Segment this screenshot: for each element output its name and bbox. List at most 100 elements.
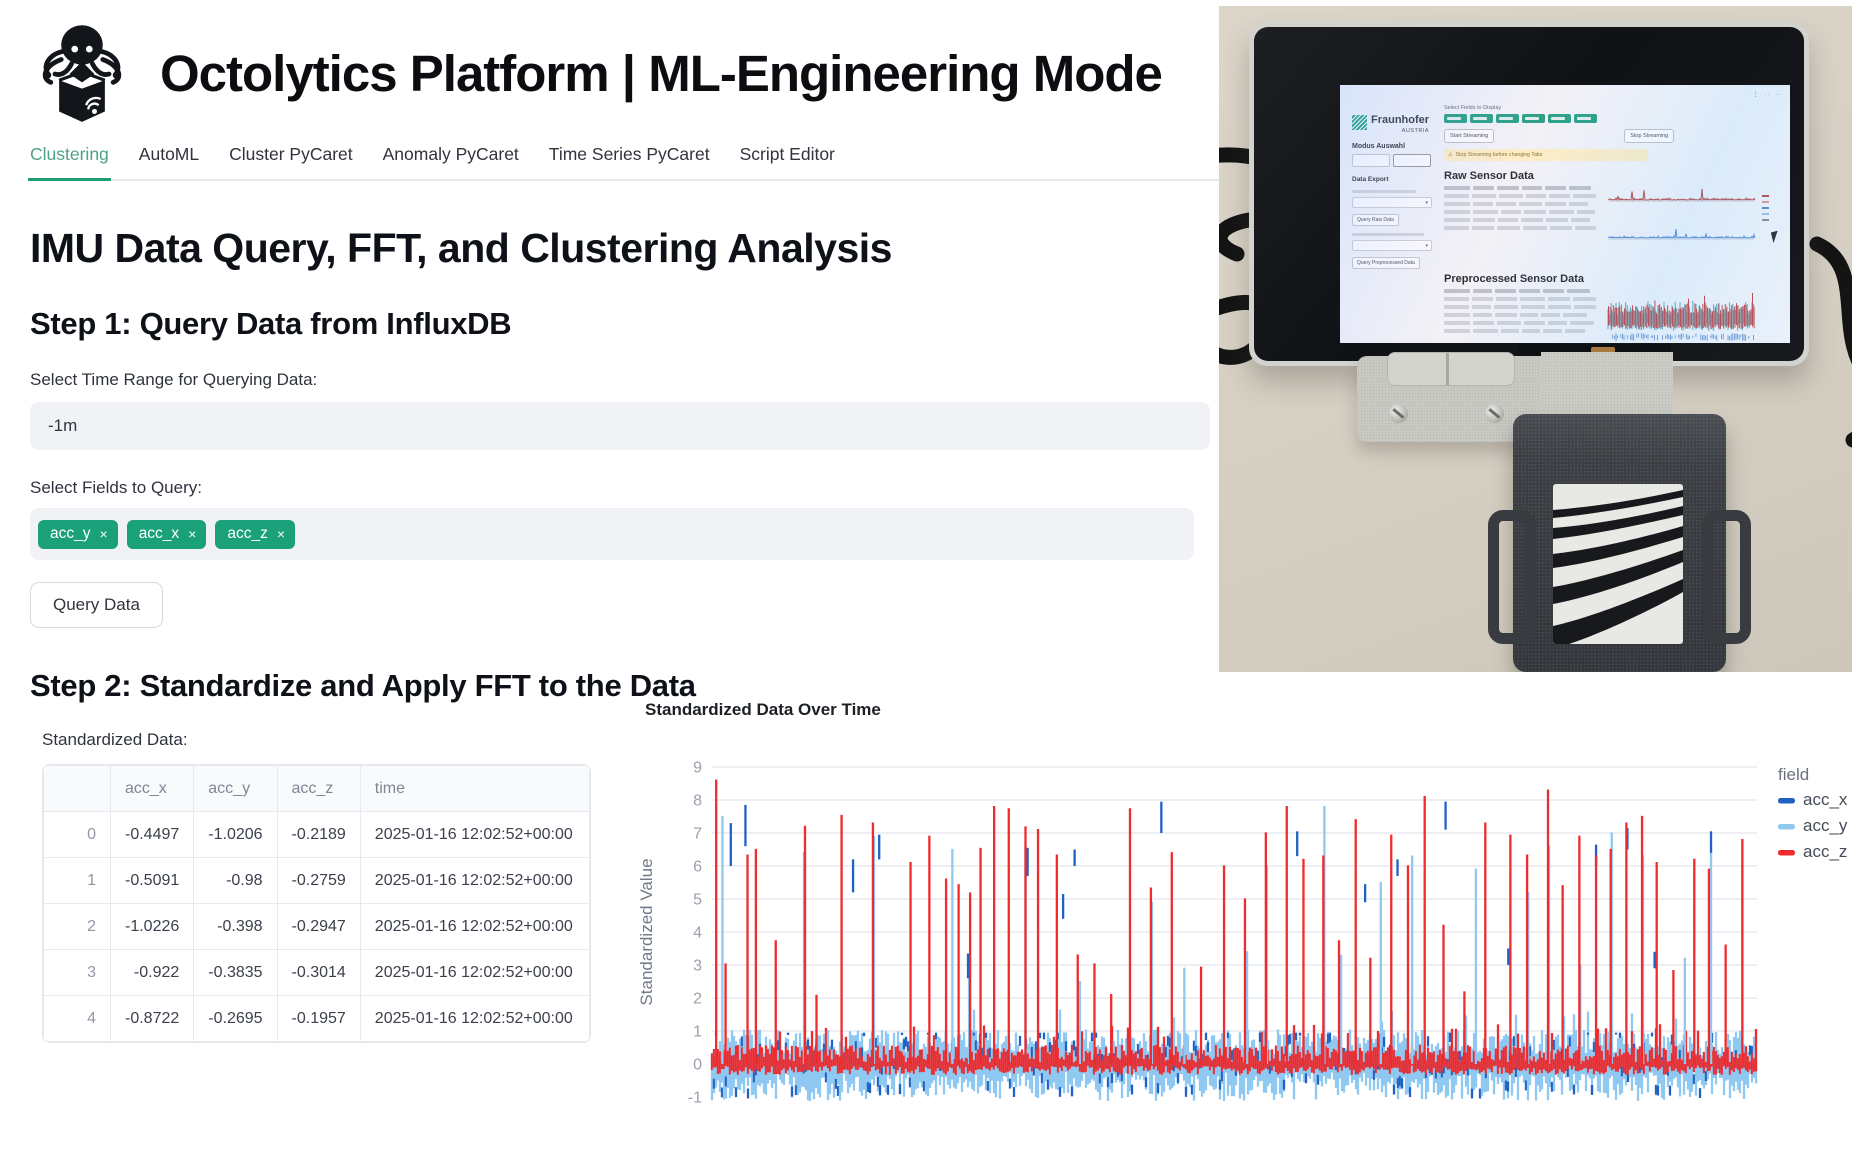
tab-automl[interactable]: AutoML bbox=[137, 138, 201, 179]
column-header-time: time bbox=[360, 766, 589, 812]
field-tag-label: acc_z bbox=[227, 525, 268, 543]
row-index-cell: 1 bbox=[44, 858, 111, 904]
raw-mini-table bbox=[1444, 186, 1596, 264]
tablet-monitor: ⋮ ·· ·· Fraunhofer AUSTRIA Modus Auswahl bbox=[1249, 22, 1809, 366]
dashboard-screen: ⋮ ·· ·· Fraunhofer AUSTRIA Modus Auswahl bbox=[1340, 85, 1790, 343]
screen-field-tags bbox=[1444, 114, 1784, 123]
query-preprocessed-button: Query Preprocessed Data bbox=[1352, 257, 1420, 269]
raw-mini-chart bbox=[1604, 186, 1780, 264]
tab-anomaly-pycaret[interactable]: Anomaly PyCaret bbox=[381, 138, 521, 179]
svg-text:acc_z: acc_z bbox=[1803, 842, 1847, 861]
remove-tag-icon[interactable]: × bbox=[277, 526, 285, 542]
sidebar-skeleton-line-2 bbox=[1352, 233, 1424, 236]
data-cell: -0.2759 bbox=[277, 858, 360, 904]
field-tag-acc_x[interactable]: acc_x× bbox=[127, 520, 207, 549]
data-cell: -0.3014 bbox=[277, 950, 360, 996]
remove-tag-icon[interactable]: × bbox=[100, 526, 108, 542]
time-range-value: -1m bbox=[48, 416, 77, 436]
row-index-cell: 2 bbox=[44, 904, 111, 950]
octopus-box-logo-icon bbox=[30, 20, 134, 126]
standardized-chart: 9876543210-1Standardized Valuefieldacc_x… bbox=[618, 692, 1868, 1155]
data-cell: -0.398 bbox=[194, 904, 277, 950]
screen-sidebar: Fraunhofer AUSTRIA Modus Auswahl Data Ex… bbox=[1352, 115, 1440, 269]
data-cell: 2025-01-16 12:02:52+00:00 bbox=[360, 858, 589, 904]
sensor-box-label bbox=[1553, 484, 1683, 644]
screen-warning: ⚠ Stop Streaming before changing Tabs bbox=[1444, 149, 1648, 161]
data-cell: -0.1957 bbox=[277, 996, 360, 1042]
bracket-screw-right bbox=[1485, 404, 1504, 423]
table-row: 1-0.5091-0.98-0.27592025-01-16 12:02:52+… bbox=[44, 858, 590, 904]
fields-multiselect[interactable]: acc_y×acc_x×acc_z× bbox=[30, 508, 1194, 560]
svg-text:1: 1 bbox=[693, 1024, 702, 1041]
raw-range-select: ▾ bbox=[1352, 197, 1432, 208]
time-range-input[interactable]: -1m bbox=[30, 402, 1210, 450]
column-header-acc_y: acc_y bbox=[194, 766, 277, 812]
svg-text:9: 9 bbox=[693, 760, 702, 777]
svg-text:4: 4 bbox=[693, 925, 702, 942]
app-title: Octolytics Platform | ML-Engineering Mod… bbox=[160, 44, 1162, 103]
column-header-acc_x: acc_x bbox=[111, 766, 194, 812]
stop-streaming-button: Stop Streaming bbox=[1624, 129, 1674, 143]
label-stripes bbox=[1553, 484, 1683, 644]
mode-button-2 bbox=[1393, 154, 1431, 167]
data-cell: -0.5091 bbox=[111, 858, 194, 904]
fraunhofer-logo-mark bbox=[1352, 115, 1367, 130]
data-cell: -1.0226 bbox=[111, 904, 194, 950]
table-body: 0-0.4497-1.0206-0.21892025-01-16 12:02:5… bbox=[44, 812, 590, 1042]
svg-text:3: 3 bbox=[693, 958, 702, 975]
index-column-header bbox=[44, 766, 111, 812]
tab-cluster-pycaret[interactable]: Cluster PyCaret bbox=[227, 138, 355, 179]
data-cell: -1.0206 bbox=[194, 812, 277, 858]
tab-time-series-pycaret[interactable]: Time Series PyCaret bbox=[547, 138, 712, 179]
fraunhofer-austria: AUSTRIA bbox=[1371, 128, 1429, 134]
monitor-bezel: ⋮ ·· ·· Fraunhofer AUSTRIA Modus Auswahl bbox=[1254, 27, 1804, 361]
tab-script-editor[interactable]: Script Editor bbox=[738, 138, 837, 179]
sensor-box-strap-loop-right bbox=[1703, 510, 1751, 644]
field-tag-label: acc_y bbox=[50, 525, 91, 543]
pre-mini-table bbox=[1444, 289, 1596, 343]
device-photo: ⋮ ·· ·· Fraunhofer AUSTRIA Modus Auswahl bbox=[1219, 6, 1852, 672]
svg-text:6: 6 bbox=[693, 859, 702, 876]
field-tag-acc_z[interactable]: acc_z × bbox=[215, 520, 295, 549]
pre-mini-chart bbox=[1604, 289, 1780, 343]
table-row: 3-0.922-0.3835-0.30142025-01-16 12:02:52… bbox=[44, 950, 590, 996]
data-cell: -0.98 bbox=[194, 858, 277, 904]
fraunhofer-logo: Fraunhofer AUSTRIA bbox=[1352, 115, 1440, 134]
data-export-heading: Data Export bbox=[1352, 176, 1440, 183]
chart-title: Standardized Data Over Time bbox=[645, 700, 881, 720]
field-tag-acc_y[interactable]: acc_y × bbox=[38, 520, 118, 549]
tab-bar: Clustering AutoML Cluster PyCaret Anomaly P… bbox=[28, 138, 1219, 181]
table-row: 0-0.4497-1.0206-0.21892025-01-16 12:02:5… bbox=[44, 812, 590, 858]
data-cell: 2025-01-16 12:02:52+00:00 bbox=[360, 996, 589, 1042]
svg-text:7: 7 bbox=[693, 826, 702, 843]
pre-range-select: ▾ bbox=[1352, 240, 1432, 251]
sensor-box-strap-loop-left bbox=[1488, 510, 1536, 644]
data-cell: -0.922 bbox=[111, 950, 194, 996]
svg-text:0: 0 bbox=[693, 1057, 702, 1074]
data-cell: -0.3835 bbox=[194, 950, 277, 996]
start-streaming-button: Start Streaming bbox=[1444, 129, 1494, 143]
chart-block: Standardized Data Over Time 9876543210-1… bbox=[618, 692, 1868, 1155]
data-cell: -0.8722 bbox=[111, 996, 194, 1042]
data-cell: 2025-01-16 12:02:52+00:00 bbox=[360, 950, 589, 996]
svg-text:Standardized Value: Standardized Value bbox=[637, 858, 656, 1005]
sensor-box bbox=[1513, 414, 1726, 672]
column-header-acc_z: acc_z bbox=[277, 766, 360, 812]
warning-icon: ⚠ bbox=[1448, 152, 1453, 158]
mode-button-1 bbox=[1352, 154, 1390, 167]
remove-tag-icon[interactable]: × bbox=[188, 526, 196, 542]
tab-clustering[interactable]: Clustering bbox=[28, 138, 111, 181]
raw-sensor-data-heading: Raw Sensor Data bbox=[1444, 170, 1784, 182]
data-cell: -0.2695 bbox=[194, 996, 277, 1042]
fraunhofer-wordmark: Fraunhofer bbox=[1371, 115, 1429, 126]
standardized-data-table[interactable]: acc_xacc_yacc_ztime 0-0.4497-1.0206-0.21… bbox=[42, 764, 591, 1043]
row-index-cell: 4 bbox=[44, 996, 111, 1042]
svg-text:5: 5 bbox=[693, 892, 702, 909]
data-cell: -0.2189 bbox=[277, 812, 360, 858]
row-index-cell: 3 bbox=[44, 950, 111, 996]
svg-text:2: 2 bbox=[693, 991, 702, 1008]
screen-menu-dots: ⋮ ·· ·· bbox=[1752, 91, 1782, 98]
query-data-button[interactable]: Query Data bbox=[30, 582, 163, 628]
sidebar-skeleton-line bbox=[1352, 190, 1416, 193]
bracket-hinge bbox=[1387, 352, 1515, 386]
